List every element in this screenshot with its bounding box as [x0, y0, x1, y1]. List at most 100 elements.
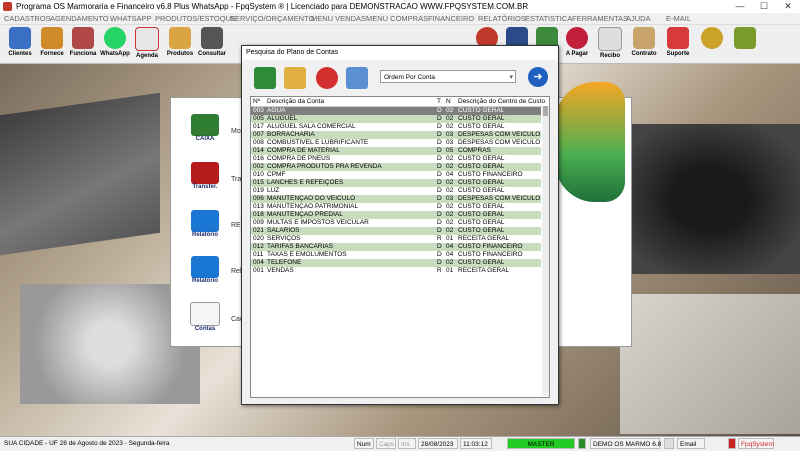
- a-pagar-button[interactable]: A Pagar: [562, 27, 592, 61]
- table-row[interactable]: 008 COMBUSTIVEL E LUBRIFICANTE D 03 DESPESAS…: [251, 139, 541, 147]
- cell-centro: COMPRAS: [458, 147, 491, 154]
- go-button[interactable]: ➜: [528, 67, 548, 87]
- cell-n: 05: [446, 147, 454, 154]
- relatorio-button-2[interactable]: Relatório: [185, 256, 225, 290]
- table-row[interactable]: 012 TARIFAS BANCÁRIAS D 04 CUSTO FINANCEIRO: [251, 243, 541, 251]
- delete-icon[interactable]: [316, 67, 338, 89]
- minimize-button[interactable]: —: [728, 0, 752, 13]
- table-row[interactable]: 001 VENDAS R 01 RECEITA GERAL: [251, 267, 541, 275]
- contrato-button[interactable]: Contrato: [628, 27, 660, 61]
- menu-ferramentas[interactable]: FERRAMENTAS: [572, 13, 628, 24]
- cell-t: D: [437, 259, 442, 266]
- table-row[interactable]: 003 AGUA D 02 CUSTO GERAL: [251, 107, 541, 115]
- menu-servico[interactable]: SERVIÇO/ORÇAMENTO: [230, 13, 314, 24]
- col-centro[interactable]: Descrição do Centro de Custo: [458, 97, 545, 106]
- cell-num: 009: [253, 219, 264, 226]
- table-row[interactable]: 017 ALUGUEL SALA COMERCIAL D 02 CUSTO GERAL: [251, 123, 541, 131]
- receipt-icon: [598, 27, 622, 51]
- table-row[interactable]: 016 COMPRA DE PNEUS D 02 CUSTO GERAL: [251, 155, 541, 163]
- order-select[interactable]: Ordem Por Conta ▾: [380, 70, 516, 83]
- cell-num: 013: [253, 203, 264, 210]
- table-row[interactable]: 009 MULTAS E IMPOSTOS VEICULAR D 02 CUSTO GE…: [251, 219, 541, 227]
- menu-ajuda[interactable]: AJUDA: [626, 13, 651, 24]
- add-icon[interactable]: [254, 67, 276, 89]
- menu-produtos[interactable]: PRODUTOS/ESTOQUE: [155, 13, 236, 24]
- table-row[interactable]: 019 LUZ D 02 CUSTO GERAL: [251, 187, 541, 195]
- cell-desc: LANCHES E REFEIÇÕES: [267, 179, 344, 186]
- menu-whatsapp[interactable]: WHATSAPP: [110, 13, 152, 24]
- table-row[interactable]: 011 TAXAS E EMOLUMENTOS D 04 CUSTO FINANCEIR…: [251, 251, 541, 259]
- edit-icon[interactable]: [284, 67, 306, 89]
- table-row[interactable]: 007 BORRACHARIA D 03 DESPESAS COM VEICULO: [251, 131, 541, 139]
- cell-num: 017: [253, 123, 264, 130]
- print-icon[interactable]: [346, 67, 368, 89]
- menu-agendamento[interactable]: AGENDAMENTO: [50, 13, 109, 24]
- exit-button[interactable]: [731, 27, 759, 61]
- contas-button[interactable]: Contas: [185, 302, 225, 336]
- maximize-button[interactable]: ☐: [752, 0, 776, 13]
- lock-icon: [578, 438, 586, 449]
- clientes-icon: [9, 27, 31, 49]
- whatsapp-button[interactable]: WhatsApp: [100, 27, 130, 61]
- agenda-button[interactable]: Agenda: [133, 27, 161, 61]
- table-row[interactable]: 014 COMPRA DE MATERIAL D 05 COMPRAS: [251, 147, 541, 155]
- produtos-button[interactable]: Produtos: [164, 27, 196, 61]
- table-row[interactable]: 005 ALUGUEL D 02 CUSTO GERAL: [251, 115, 541, 123]
- menu-estatistica[interactable]: ESTATISTICA: [525, 13, 572, 24]
- cell-centro: CUSTO GERAL: [458, 227, 505, 234]
- cell-desc: MANUTENÇÃO DO VEICULO: [267, 195, 356, 202]
- report-icon: [191, 210, 219, 232]
- cell-num: 021: [253, 227, 264, 234]
- relatorio-button[interactable]: Relatório: [185, 210, 225, 244]
- cell-t: D: [437, 179, 442, 186]
- menu-email[interactable]: E-MAIL: [666, 13, 691, 24]
- cell-desc: AGUA: [267, 107, 286, 114]
- table-row[interactable]: 020 SERVIÇOS R 01 RECEITA GERAL: [251, 235, 541, 243]
- cell-num: 008: [253, 139, 264, 146]
- cell-n: 02: [446, 155, 454, 162]
- chevron-down-icon: ▾: [509, 74, 513, 81]
- transfer-button[interactable]: Transfer.: [185, 162, 225, 196]
- table-row[interactable]: 006 MANUTENÇÃO DO VEICULO D 03 DESPESAS COM …: [251, 195, 541, 203]
- close-button[interactable]: ✕: [776, 0, 800, 13]
- menu-compras[interactable]: MENU COMPRAS: [366, 13, 428, 24]
- cell-t: D: [437, 147, 442, 154]
- table-row[interactable]: 021 SALARIOS D 02 CUSTO GERAL: [251, 227, 541, 235]
- table-row[interactable]: 013 MANUTENÇÃO PATRIMONIAL D 02 CUSTO GERAL: [251, 203, 541, 211]
- recibo-button[interactable]: Recibo: [595, 27, 625, 61]
- clientes-button[interactable]: Clientes: [4, 27, 36, 61]
- email-icon[interactable]: [664, 438, 674, 449]
- col-n[interactable]: N: [446, 97, 451, 106]
- cell-t: D: [437, 251, 442, 258]
- col-t[interactable]: T: [437, 97, 441, 106]
- table-row[interactable]: 004 TELEFONE D 02 CUSTO GERAL: [251, 259, 541, 267]
- cell-n: 02: [446, 187, 454, 194]
- abc-icon: [190, 302, 220, 326]
- funcionarios-button[interactable]: Funciona: [68, 27, 98, 61]
- scroll-thumb[interactable]: [543, 106, 548, 116]
- col-num[interactable]: Nº: [253, 97, 260, 106]
- menu-financeiro[interactable]: FINANCEIRO: [428, 13, 474, 24]
- brand-icon: [728, 438, 736, 449]
- menu-cadastros[interactable]: CADASTROS: [4, 13, 51, 24]
- fornecedores-button[interactable]: Fornece: [37, 27, 67, 61]
- suporte-button[interactable]: Suporte: [663, 27, 693, 61]
- cell-n: 03: [446, 139, 454, 146]
- table-row[interactable]: 002 COMPRA PRODUTOS PRA REVENDA D 02 CUSTO G…: [251, 163, 541, 171]
- status-email[interactable]: Email: [677, 438, 705, 449]
- table-row[interactable]: 018 MANUTENÇÃO PREDIAL D 02 CUSTO GERAL: [251, 211, 541, 219]
- status-time: 11:03:12: [460, 438, 492, 449]
- cell-n: 02: [446, 227, 454, 234]
- table-row[interactable]: 010 CPMF D 04 CUSTO FINANCEIRO: [251, 171, 541, 179]
- cell-n: 04: [446, 171, 454, 178]
- caixa-button[interactable]: CAIXA: [185, 114, 225, 148]
- status-city: SUA CIDADE - UF 28 de Agosto de 2023 - S…: [4, 440, 170, 447]
- scrollbar[interactable]: [542, 106, 549, 396]
- menu-relatorios[interactable]: RELATÓRIOS: [478, 13, 526, 24]
- menu-vendas[interactable]: MENU VENDAS: [311, 13, 366, 24]
- col-desc[interactable]: Descrição da Conta: [267, 97, 324, 106]
- consultar-button[interactable]: Consultar: [196, 27, 228, 61]
- toolbar-item-coins[interactable]: [698, 27, 726, 61]
- cell-t: D: [437, 219, 442, 226]
- table-row[interactable]: 015 LANCHES E REFEIÇÕES D 02 CUSTO GERAL: [251, 179, 541, 187]
